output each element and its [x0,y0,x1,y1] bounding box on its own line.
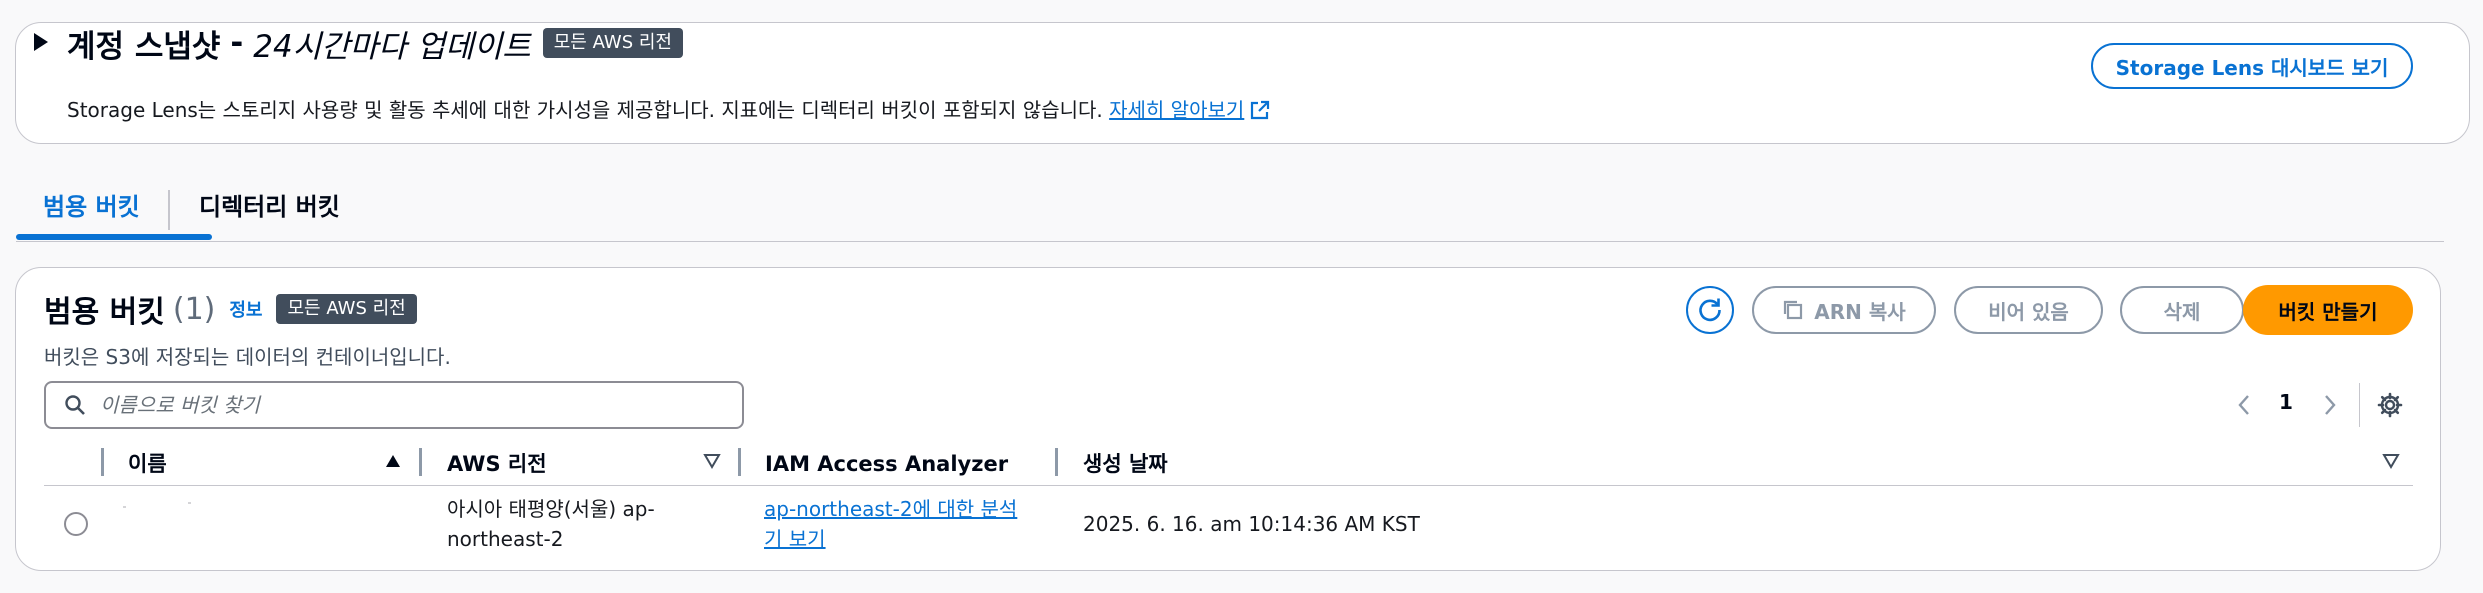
bucket-region: 아시아 태평양(서울) ap-northeast-2 [447,497,655,551]
create-bucket-button[interactable]: 버킷 만들기 [2243,285,2413,335]
tabs-divider-line [16,241,2444,242]
row-select-radio[interactable] [64,512,88,536]
bucket-search-input[interactable] [100,393,700,417]
column-divider [419,448,422,476]
snapshot-description: Storage Lens는 스토리지 사용량 및 활동 추세에 대한 가시성을 … [67,98,1270,122]
snapshot-description-text: Storage Lens는 스토리지 사용량 및 활동 추세에 대한 가시성을 … [67,98,1103,122]
previous-page-icon[interactable] [2237,394,2251,416]
column-header-creation-date[interactable]: 생성 날짜 [1083,449,1168,479]
copy-arn-label: ARN 복사 [1814,299,1906,324]
search-icon [65,395,85,415]
column-header-name[interactable]: 이름 [128,449,167,479]
learn-more-link[interactable]: 자세히 알아보기 [1109,98,1270,122]
bucket-search-box [44,381,744,429]
buckets-title: 범용 버킷 [44,295,165,330]
next-page-icon[interactable] [2323,394,2337,416]
delete-bucket-button[interactable]: 삭제 [2120,286,2244,334]
learn-more-label: 자세히 알아보기 [1109,98,1245,122]
all-regions-badge: 모든 AWS 리전 [542,28,683,58]
copy-icon [1784,300,1803,320]
current-page-number[interactable]: 1 [2276,390,2296,414]
column-header-region[interactable]: AWS 리전 [447,449,547,479]
view-analyzer-link[interactable]: ap-northeast-2에 대한 분석기 보기 [764,494,1034,554]
buckets-description: 버킷은 S3에 저장되는 데이터의 컨테이너입니다. [44,345,451,369]
column-divider [101,448,104,476]
empty-bucket-button[interactable]: 비어 있음 [1954,286,2103,334]
refresh-icon [1699,298,1721,322]
sort-icon[interactable] [2382,453,2400,469]
tab-general-purpose-buckets[interactable]: 범용 버킷 [43,187,140,227]
active-tab-indicator [16,234,212,240]
external-link-icon [1251,100,1270,120]
copy-arn-button[interactable]: ARN 복사 [1752,286,1936,334]
snapshot-title: 계정 스냅샷 - 24시간마다 업데이트 모든 AWS 리전 [67,24,683,65]
sort-icon[interactable] [703,453,721,469]
column-divider [738,448,741,476]
sort-ascending-icon[interactable] [384,453,402,469]
refresh-button[interactable] [1686,286,1734,334]
snapshot-title-main: 계정 스냅샷 [67,28,221,65]
table-header-divider [44,485,2413,486]
column-divider [1055,448,1058,476]
buckets-count: (1) [172,291,216,327]
info-link[interactable]: 정보 [229,296,262,322]
snapshot-title-separator: - [230,25,244,61]
snapshot-title-update-frequency: 24시간마다 업데이트 [253,28,531,65]
bucket-name-redacted[interactable] [123,502,243,508]
pagination-divider [2359,383,2360,427]
column-header-iam-access-analyzer[interactable]: IAM Access Analyzer [765,449,1008,479]
bucket-creation-date: 2025. 6. 16. am 10:14:36 AM KST [1083,512,1420,536]
buckets-header: 범용 버킷 (1) 정보 모든 AWS 리전 [44,289,417,330]
expand-caret-icon[interactable] [34,33,48,51]
all-regions-badge: 모든 AWS 리전 [276,294,417,324]
tab-divider [168,190,170,230]
tab-directory-buckets[interactable]: 디렉터리 버킷 [199,187,340,227]
view-storage-lens-dashboard-button[interactable]: Storage Lens 대시보드 보기 [2091,43,2413,89]
gear-icon[interactable] [2377,392,2403,418]
